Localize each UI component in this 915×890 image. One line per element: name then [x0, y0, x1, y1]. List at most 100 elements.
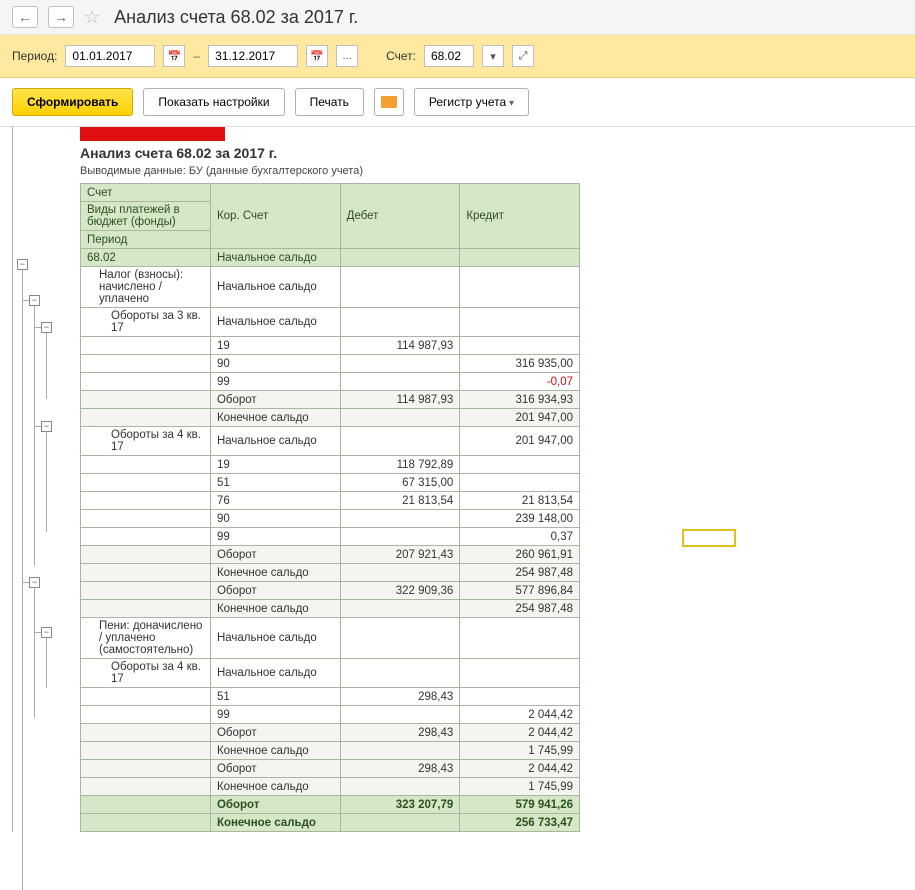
- cell-debit: 21 813,54: [340, 492, 460, 510]
- report-main: Анализ счета 68.02 за 2017 г. Выводимые …: [80, 127, 903, 832]
- favorite-star-icon[interactable]: ☆: [84, 7, 100, 28]
- cell-cor: Конечное сальдо: [210, 814, 340, 832]
- report-area: − − − − − − Анализ счета 68.02 за 2017 г…: [0, 126, 915, 844]
- cell-cor: Начальное сальдо: [210, 618, 340, 659]
- cell-cor: Конечное сальдо: [210, 742, 340, 760]
- mail-button[interactable]: [374, 88, 404, 116]
- cell-debit: [340, 706, 460, 724]
- cell-debit: 298,43: [340, 688, 460, 706]
- cell-account: [81, 492, 211, 510]
- account-input[interactable]: [424, 45, 474, 67]
- cell-account: [81, 600, 211, 618]
- cell-credit: 2 044,42: [460, 760, 580, 778]
- cell-credit: [460, 267, 580, 308]
- report-table: Счет Кор. Счет Дебет Кредит Виды платеже…: [80, 183, 580, 832]
- cell-credit: 201 947,00: [460, 409, 580, 427]
- cell-cor: Оборот: [210, 391, 340, 409]
- header-payment-types: Виды платежей в бюджет (фонды): [81, 202, 211, 231]
- cell-debit: [340, 267, 460, 308]
- nav-forward-button[interactable]: →: [48, 6, 74, 28]
- cell-credit: 577 896,84: [460, 582, 580, 600]
- cell-cor: Конечное сальдо: [210, 409, 340, 427]
- cell-cor: Оборот: [210, 760, 340, 778]
- cell-cor: Оборот: [210, 724, 340, 742]
- cell-account: [81, 688, 211, 706]
- cell-account: [81, 760, 211, 778]
- cell-debit: 322 909,36: [340, 582, 460, 600]
- cell-account: [81, 796, 211, 814]
- account-dropdown-button[interactable]: ▾: [482, 45, 504, 67]
- cell-account: [81, 391, 211, 409]
- cell-debit: [340, 373, 460, 391]
- date-from-input[interactable]: [65, 45, 155, 67]
- cell-debit: 207 921,43: [340, 546, 460, 564]
- cell-cor: Оборот: [210, 582, 340, 600]
- cell-credit: 254 987,48: [460, 600, 580, 618]
- cell-account: [81, 528, 211, 546]
- cell-cor: Начальное сальдо: [210, 267, 340, 308]
- tree-toggle[interactable]: −: [41, 627, 52, 638]
- cell-credit: 1 745,99: [460, 742, 580, 760]
- cell-debit: [340, 510, 460, 528]
- account-open-button[interactable]: ⤢: [512, 45, 534, 67]
- tree-toggle[interactable]: −: [17, 259, 28, 270]
- cell-account: [81, 724, 211, 742]
- cell-account: [81, 373, 211, 391]
- cell-cor: 19: [210, 456, 340, 474]
- cell-cor: 99: [210, 373, 340, 391]
- cell-credit: 316 935,00: [460, 355, 580, 373]
- cell-account: Обороты за 3 кв. 17: [81, 308, 211, 337]
- cell-debit: [340, 618, 460, 659]
- cell-credit: 201 947,00: [460, 427, 580, 456]
- cell-debit: [340, 249, 460, 267]
- tree-toggle[interactable]: −: [29, 577, 40, 588]
- cell-debit: 118 792,89: [340, 456, 460, 474]
- cell-debit: [340, 528, 460, 546]
- tree-column: − − − − − −: [12, 127, 80, 832]
- cell-cor: 90: [210, 355, 340, 373]
- cell-debit: [340, 308, 460, 337]
- nav-back-button[interactable]: ←: [12, 6, 38, 28]
- calendar-icon: 📅: [168, 50, 182, 63]
- cell-debit: 298,43: [340, 724, 460, 742]
- cell-credit: 239 148,00: [460, 510, 580, 528]
- calendar-icon: 📅: [310, 50, 324, 63]
- print-button[interactable]: Печать: [295, 88, 364, 116]
- header-credit: Кредит: [460, 184, 580, 249]
- tree-toggle[interactable]: −: [41, 421, 52, 432]
- cell-cor: 99: [210, 528, 340, 546]
- cell-debit: [340, 742, 460, 760]
- chevron-down-icon: ▾: [490, 50, 496, 63]
- calendar-to-button[interactable]: 📅: [306, 45, 328, 67]
- cell-credit: 2 044,42: [460, 706, 580, 724]
- cell-debit: [340, 427, 460, 456]
- cell-credit: 1 745,99: [460, 778, 580, 796]
- date-separator: –: [193, 49, 200, 63]
- cell-cor: Оборот: [210, 796, 340, 814]
- cell-cor: 90: [210, 510, 340, 528]
- cell-account: Обороты за 4 кв. 17: [81, 659, 211, 688]
- cell-debit: [340, 409, 460, 427]
- cell-account: [81, 814, 211, 832]
- params-bar: Период: 📅 – 📅 ... Счет: ▾ ⤢: [0, 35, 915, 78]
- report-subtitle: Выводимые данные: БУ (данные бухгалтерск…: [80, 165, 903, 177]
- header-debit: Дебет: [340, 184, 460, 249]
- show-settings-button[interactable]: Показать настройки: [143, 88, 284, 116]
- period-select-button[interactable]: ...: [336, 45, 358, 67]
- calendar-from-button[interactable]: 📅: [163, 45, 185, 67]
- register-button[interactable]: Регистр учета: [414, 88, 529, 116]
- cell-credit: 21 813,54: [460, 492, 580, 510]
- header-cor-account: Кор. Счет: [210, 184, 340, 249]
- date-to-input[interactable]: [208, 45, 298, 67]
- cell-account: [81, 456, 211, 474]
- cell-account: [81, 474, 211, 492]
- tree-toggle[interactable]: −: [41, 322, 52, 333]
- cell-credit: 579 941,26: [460, 796, 580, 814]
- cell-credit: [460, 308, 580, 337]
- tree-toggle[interactable]: −: [29, 295, 40, 306]
- cell-credit: 256 733,47: [460, 814, 580, 832]
- cell-cor: Конечное сальдо: [210, 564, 340, 582]
- account-label: Счет:: [386, 49, 416, 63]
- header-bar: ← → ☆ Анализ счета 68.02 за 2017 г.: [0, 0, 915, 35]
- generate-button[interactable]: Сформировать: [12, 88, 133, 116]
